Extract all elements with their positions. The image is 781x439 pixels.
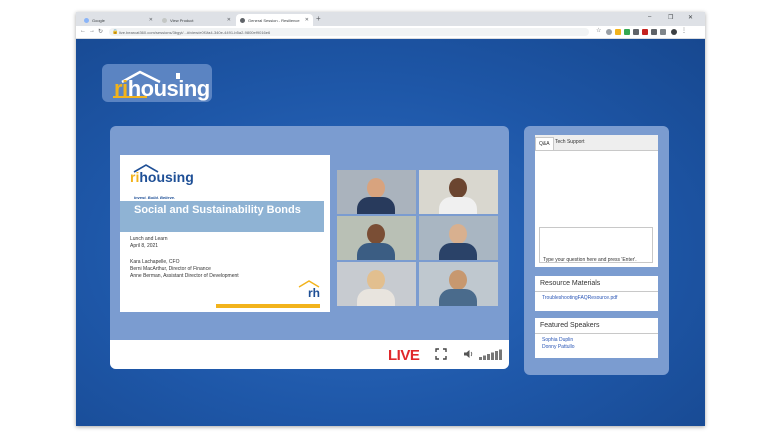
presentation-slide: rihousing Invest. Build. Believe. Social… [120, 155, 330, 312]
presenter-name: Kara Lachapelle, CFO [130, 259, 180, 265]
side-panel: Q&A Tech Support Type your question here… [524, 126, 669, 375]
lock-icon: 🔒 [112, 29, 119, 35]
browser-toolbar: ← → ↻ 🔒 live.bearcat360.com/sessions/3bg… [76, 26, 705, 39]
participant-video[interactable] [419, 262, 498, 306]
person-head [449, 224, 467, 244]
participant-video-grid [337, 170, 499, 306]
tab-label: View Product [170, 18, 194, 23]
slide-event: Lunch and Learn [130, 236, 168, 242]
stream-panel: rihousing Invest. Build. Believe. Social… [110, 126, 509, 369]
reload-icon[interactable]: ↻ [98, 28, 103, 35]
slide-logo: rihousing [130, 169, 194, 185]
tab-qa[interactable]: Q&A [535, 137, 554, 150]
new-tab-icon[interactable]: + [316, 14, 321, 23]
person-body [357, 289, 395, 306]
live-indicator: LIVE [388, 347, 420, 364]
close-window-icon[interactable]: ✕ [688, 14, 693, 21]
tab-label: Google [92, 18, 105, 23]
player-controls: LIVE [110, 340, 509, 369]
page-favicon-icon [162, 18, 167, 23]
page-favicon-icon [240, 18, 245, 23]
slide-date: April 8, 2021 [130, 243, 159, 249]
tab-tech-support[interactable]: Tech Support [555, 139, 584, 145]
slide-tagline: Invest. Build. Believe. [134, 195, 176, 200]
participant-video[interactable] [337, 216, 416, 260]
volume-icon[interactable] [463, 349, 474, 359]
participant-video[interactable] [337, 170, 416, 214]
section-title: Featured Speakers [535, 318, 658, 334]
extension-icon[interactable] [660, 29, 666, 35]
slide-event-info: Lunch and Learn April 8, 2021 [130, 236, 168, 250]
slide-footer-bar [216, 304, 320, 308]
qa-widget: Q&A Tech Support Type your question here… [535, 135, 658, 267]
tab-strip: Google ✕ View Product ✕ General Session … [76, 12, 705, 26]
qa-tabs: Q&A Tech Support [535, 135, 658, 151]
tab-view-product[interactable]: View Product ✕ [158, 14, 235, 26]
fullscreen-icon[interactable] [435, 348, 447, 360]
bookmark-star-icon[interactable]: ☆ [596, 27, 602, 34]
extension-icon[interactable] [606, 29, 612, 35]
speaker-link[interactable]: Donny Pattullo [535, 344, 658, 351]
close-icon[interactable]: ✕ [227, 17, 231, 23]
presenter-name: Anne Berman, Assistant Director of Devel… [130, 273, 239, 279]
person-body [439, 289, 477, 306]
resource-link[interactable]: TroubleshootingFAQResource.pdf [535, 292, 658, 302]
extension-icon[interactable] [642, 29, 648, 35]
slide-presenters: Kara Lachapelle, CFO Berni MacArthur, Di… [130, 259, 239, 280]
resource-materials-section: Resource Materials TroubleshootingFAQRes… [535, 276, 658, 311]
person-head [449, 178, 467, 198]
extension-icon[interactable] [615, 29, 621, 35]
person-head [367, 178, 385, 198]
person-body [357, 243, 395, 260]
question-input-placeholder: Type your question here and press 'Enter… [543, 257, 637, 263]
google-favicon-icon [84, 18, 89, 23]
participant-video[interactable] [419, 170, 498, 214]
extension-icon[interactable] [651, 29, 657, 35]
menu-kebab-icon[interactable]: ⋮ [681, 27, 687, 34]
speaker-link[interactable]: Sophia Duplin [535, 334, 658, 344]
page-content: rihousing rihousing Invest. Build. Belie… [76, 39, 705, 426]
extension-icon[interactable] [624, 29, 630, 35]
featured-speakers-section: Featured Speakers Sophia Duplin Donny Pa… [535, 318, 658, 358]
slide-brand-mark: rh [308, 286, 320, 300]
close-icon[interactable]: ✕ [149, 17, 153, 23]
address-bar[interactable]: 🔒 live.bearcat360.com/sessions/3bgyt/...… [109, 28, 589, 36]
participant-video[interactable] [337, 262, 416, 306]
back-icon[interactable]: ← [80, 28, 86, 34]
url-text: live.bearcat360.com/sessions/3bgyt/...#/… [119, 30, 271, 35]
person-body [439, 243, 477, 260]
section-title: Resource Materials [535, 276, 658, 292]
tab-general-session[interactable]: General Session - Resilience ✕ [236, 14, 313, 26]
participant-video[interactable] [419, 216, 498, 260]
person-head [367, 224, 385, 244]
tab-google[interactable]: Google ✕ [80, 14, 157, 26]
slide-title: Social and Sustainability Bonds [120, 201, 324, 232]
volume-slider[interactable] [479, 348, 503, 360]
site-logo[interactable]: rihousing [102, 64, 212, 102]
person-body [439, 197, 477, 214]
close-icon[interactable]: ✕ [305, 17, 309, 23]
minimize-icon[interactable]: – [648, 14, 651, 20]
forward-icon[interactable]: → [89, 28, 95, 34]
maximize-icon[interactable]: ❐ [668, 14, 673, 21]
profile-avatar-icon[interactable] [671, 29, 677, 35]
logo-underline [113, 96, 147, 98]
person-head [449, 270, 467, 290]
person-body [357, 197, 395, 214]
browser-window: Google ✕ View Product ✕ General Session … [76, 12, 705, 426]
tab-label: General Session - Resilience [248, 18, 300, 23]
person-head [367, 270, 385, 290]
extension-icon[interactable] [633, 29, 639, 35]
logo-wordmark: rihousing [114, 76, 210, 101]
presenter-name: Berni MacArthur, Director of Finance [130, 266, 211, 272]
